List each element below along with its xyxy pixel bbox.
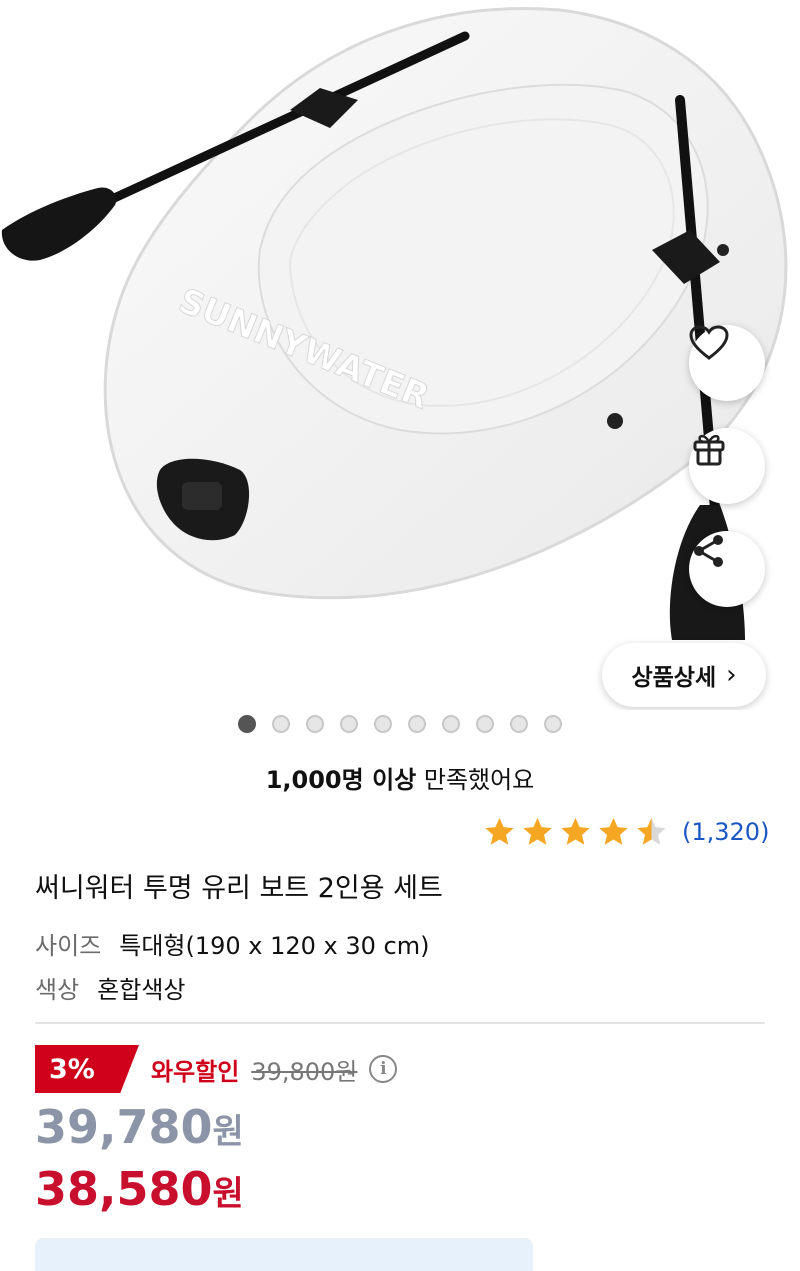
pagination-dot[interactable] [476,715,494,733]
review-count-link[interactable]: (1,320) [682,818,769,846]
sale-price-unit: 원 [212,1112,244,1152]
pagination-dot[interactable] [238,715,256,733]
wow-price: 38,580원 [35,1162,244,1216]
pagination-dot[interactable] [340,715,358,733]
gift-button[interactable] [689,428,765,504]
option-color-value: 혼합색상 [97,976,186,1004]
divider [35,1022,765,1024]
chevron-right-icon: › [726,660,737,690]
pagination-dot[interactable] [408,715,426,733]
option-size: 사이즈 특대형(190 x 120 x 30 cm) [35,926,430,961]
satisfaction-text: 1,000명 이상 만족했어요 [0,760,800,795]
discount-badge: 3% [35,1045,139,1093]
option-color-key: 색상 [35,976,80,1004]
share-icon [694,535,723,567]
star-icon [599,817,628,845]
sale-price: 39,780원 [35,1100,244,1154]
discount-row: 3% 와우할인 39,800원 i [35,1045,398,1093]
image-pagination [0,715,800,737]
pagination-dot[interactable] [510,715,528,733]
pagination-dot[interactable] [442,715,460,733]
star-rating [482,815,669,849]
info-icon[interactable]: i [369,1055,398,1083]
product-title: 써니워터 투명 유리 보트 2인용 세트 [35,873,443,904]
gift-icon [693,434,725,466]
satisfaction-rest: 만족했어요 [416,766,535,794]
pagination-dot[interactable] [306,715,324,733]
star-icon [561,817,590,845]
wow-price-unit: 원 [212,1174,244,1214]
option-size-value: 특대형(190 x 120 x 30 cm) [119,932,430,960]
heart-icon [689,325,729,360]
option-color: 색상 혼합색상 [35,970,186,1005]
pagination-dot[interactable] [272,715,290,733]
wow-price-amount: 38,580 [35,1162,213,1216]
product-detail-button[interactable]: 상품상세 › [602,643,766,707]
star-icon [485,817,514,845]
rating[interactable]: (1,320) [482,812,769,852]
share-button[interactable] [689,531,765,607]
wishlist-button[interactable] [689,325,765,401]
star-icon [523,817,552,845]
sale-price-amount: 39,780 [35,1100,213,1154]
product-detail-label: 상품상세 [631,665,717,691]
wow-discount-label: 와우할인 [151,1057,240,1086]
original-price: 39,800원 [251,1057,358,1086]
satisfaction-count: 1,000명 이상 [265,766,417,794]
boat-illustration: SUNNYWATER [1,6,788,640]
pagination-dot[interactable] [374,715,392,733]
pagination-dot[interactable] [544,715,562,733]
coupon-banner[interactable] [35,1238,533,1271]
product-image[interactable]: SUNNYWATER 상품상세 › [0,0,800,710]
option-size-key: 사이즈 [35,932,102,960]
star-icon [637,817,666,845]
